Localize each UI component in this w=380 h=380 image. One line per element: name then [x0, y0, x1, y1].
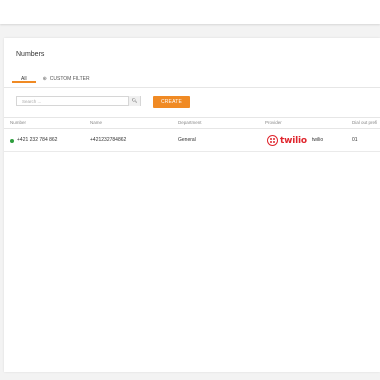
search-placeholder: Search ... — [22, 99, 42, 104]
column-header-number[interactable]: Number — [10, 120, 26, 125]
tab-custom-filter[interactable]: ⊕ CUSTOM FILTER — [36, 72, 97, 83]
tabs-divider — [4, 87, 380, 88]
tab-all-label: All — [21, 76, 27, 82]
cell-provider: twilio — [312, 137, 324, 143]
numbers-panel: Numbers All ⊕ CUSTOM FILTER Search ... 🔍… — [4, 38, 380, 372]
search-button[interactable]: 🔍︎ — [128, 96, 140, 106]
tab-custom-filter-label: CUSTOM FILTER — [49, 76, 90, 82]
cell-number: +421 232 784 862 — [17, 137, 58, 143]
twilio-mark-icon — [267, 135, 278, 146]
twilio-logo: twilio — [267, 134, 307, 147]
cell-department: General — [178, 137, 196, 143]
column-header-name[interactable]: Name — [90, 120, 102, 125]
create-button[interactable]: CREATE — [153, 96, 190, 108]
table-header: Number Name Department Provider Dial out… — [4, 117, 380, 129]
column-header-department[interactable]: Department — [178, 120, 202, 125]
column-header-dial-out-prefix[interactable]: Dial out prefi — [352, 120, 377, 125]
column-header-provider[interactable]: Provider — [265, 120, 282, 125]
filter-tabs: All ⊕ CUSTOM FILTER — [12, 72, 97, 87]
search-input[interactable]: Search ... 🔍︎ — [16, 96, 141, 106]
top-app-bar — [0, 0, 380, 24]
filter-icon: ⊕ — [42, 76, 47, 82]
search-icon: 🔍︎ — [131, 98, 138, 103]
status-dot — [10, 139, 14, 143]
cell-dial-out-prefix: 01 — [352, 137, 358, 143]
page-title: Numbers — [16, 51, 45, 58]
twilio-logo-text: twilio — [280, 135, 307, 146]
tab-all[interactable]: All — [12, 72, 36, 83]
table-row[interactable]: +421 232 784 862 +421232784862 General t… — [4, 130, 380, 152]
cell-name: +421232784862 — [90, 137, 127, 143]
